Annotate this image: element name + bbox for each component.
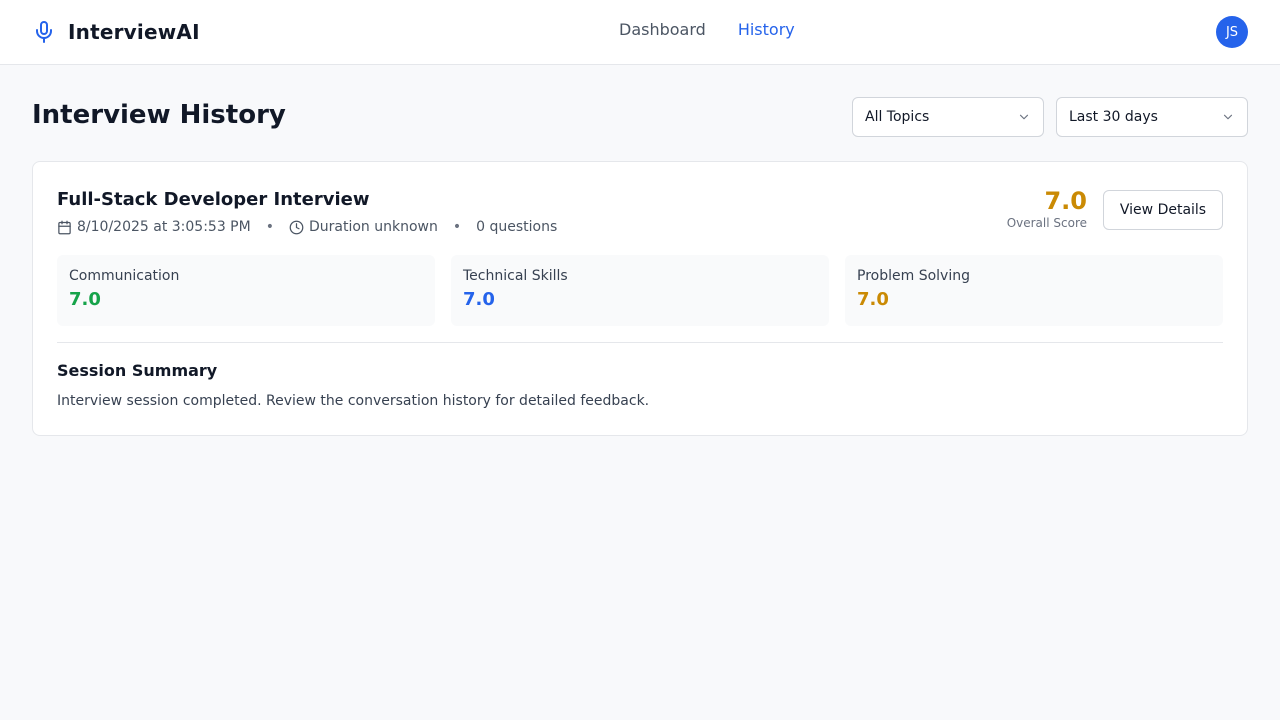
page-title: Interview History (32, 100, 286, 130)
view-details-button[interactable]: View Details (1103, 190, 1223, 230)
session-meta: 8/10/2025 at 3:05:53 PM • Duration unkno… (57, 219, 557, 235)
nav-link-history[interactable]: History (738, 20, 795, 39)
session-duration: Duration unknown (289, 219, 438, 235)
topic-filter-value: All Topics (865, 109, 930, 125)
metric-value: 7.0 (857, 289, 889, 310)
session-question-count: 0 questions (476, 219, 558, 235)
chevron-down-icon (1221, 110, 1235, 124)
calendar-icon (57, 220, 72, 235)
session-duration-text: Duration unknown (308, 219, 438, 235)
overall-score-value: 7.0 (1044, 187, 1087, 215)
user-avatar[interactable]: JS (1216, 16, 1248, 48)
session-date-text: 8/10/2025 at 3:05:53 PM (77, 219, 251, 235)
topic-filter-select[interactable]: All Topics (852, 97, 1044, 137)
overall-score: 7.0 Overall Score (1007, 187, 1087, 230)
meta-separator: • (265, 219, 274, 235)
microphone-icon (32, 20, 56, 44)
brand-name: InterviewAI (68, 20, 200, 44)
metric-label: Technical Skills (463, 268, 568, 284)
summary-title: Session Summary (57, 361, 218, 380)
metric-label: Problem Solving (857, 268, 970, 284)
clock-icon (289, 220, 304, 235)
top-navigation-bar: InterviewAI Dashboard History JS (0, 0, 1280, 65)
brand[interactable]: InterviewAI (32, 16, 200, 48)
chevron-down-icon (1017, 110, 1031, 124)
summary-text: Interview session completed. Review the … (57, 393, 650, 409)
date-range-value: Last 30 days (1069, 109, 1158, 125)
score-breakdown: Communication 7.0 Technical Skills 7.0 P… (57, 255, 1223, 326)
nav-link-dashboard[interactable]: Dashboard (619, 20, 706, 39)
metric-value: 7.0 (69, 289, 101, 310)
card-divider (57, 342, 1223, 343)
metric-value: 7.0 (463, 289, 495, 310)
interview-session-card: Full-Stack Developer Interview 8/10/2025… (32, 161, 1248, 436)
main-nav: Dashboard History (619, 20, 795, 39)
metric-label: Communication (69, 268, 180, 284)
session-date: 8/10/2025 at 3:05:53 PM (57, 219, 251, 235)
metric-communication: Communication 7.0 (57, 255, 435, 326)
meta-separator: • (452, 219, 462, 235)
session-title: Full-Stack Developer Interview (57, 189, 370, 210)
date-range-select[interactable]: Last 30 days (1056, 97, 1248, 137)
metric-technical-skills: Technical Skills 7.0 (451, 255, 829, 326)
overall-score-label: Overall Score (1006, 216, 1087, 230)
metric-problem-solving: Problem Solving 7.0 (845, 255, 1223, 326)
